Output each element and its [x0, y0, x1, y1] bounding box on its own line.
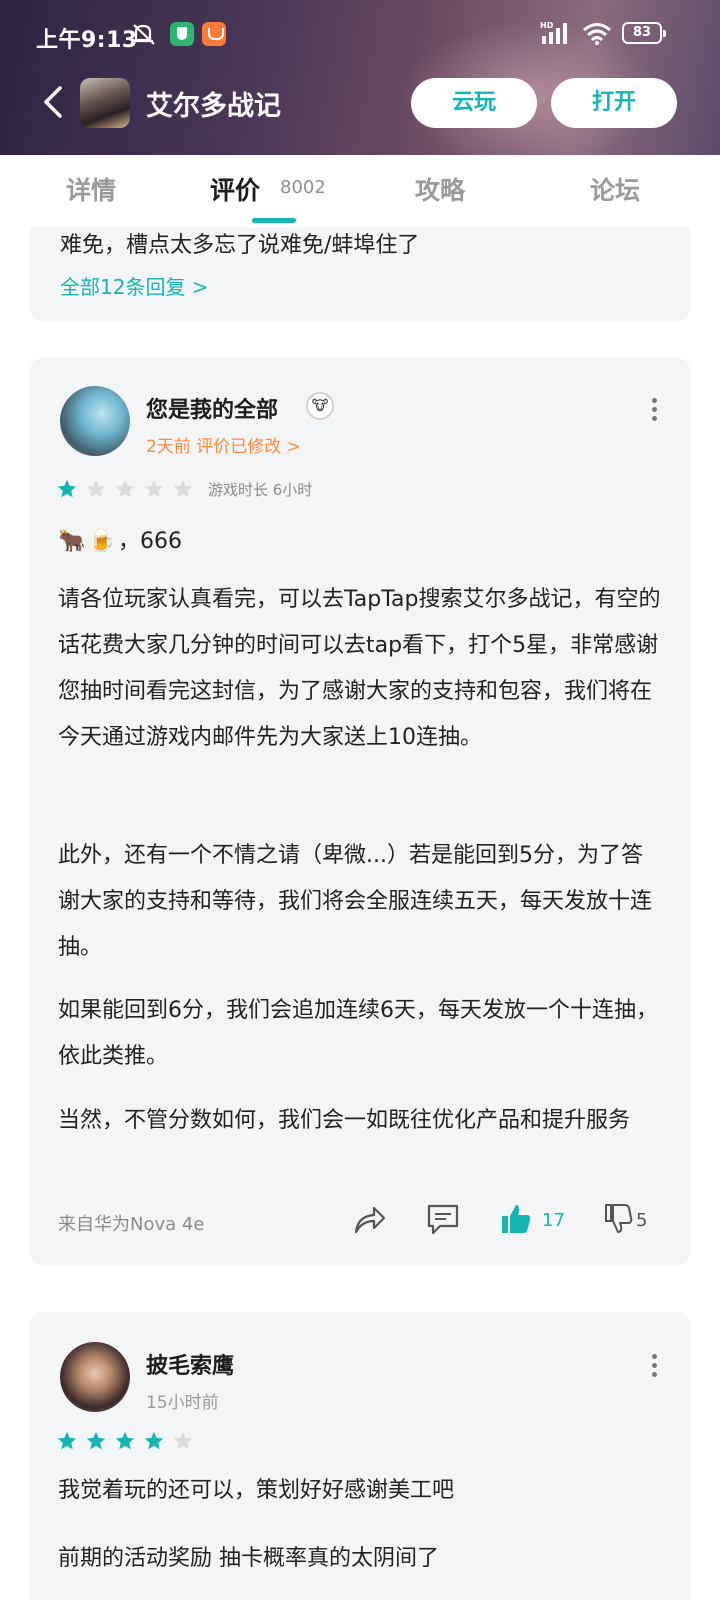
- tab-details[interactable]: 详情: [66, 171, 116, 207]
- star-empty-icon: [173, 479, 193, 498]
- star-empty-icon: [173, 1431, 193, 1450]
- review-paragraph: 请各位玩家认真看完，可以去TapTap搜索艾尔多战记，有空的话花费大家几分钟的时…: [58, 587, 661, 750]
- review-paragraph: 此外，还有一个不情之请（卑微...）若是能回到5分，为了答谢大家的支持和等待，我…: [58, 843, 653, 960]
- like-icon[interactable]: [500, 1202, 532, 1236]
- avatar[interactable]: [60, 386, 130, 456]
- star-empty-icon: [144, 479, 164, 498]
- user-badge-icon: 🐮: [306, 392, 334, 420]
- device-label: 来自华为Nova 4e: [58, 1214, 205, 1235]
- tab-indicator: [252, 218, 296, 223]
- review-card: 您是莪的全部 🐮 2天前 评价已修改 > 游戏时长 6小时 🐂 🍺 ，666 请各位…: [30, 358, 690, 1265]
- mute-icon: [133, 24, 155, 45]
- review-text: 难免，槽点太多忘了说难免/蚌埠住了: [60, 233, 420, 258]
- star-rating: [56, 478, 201, 502]
- like-count: 17: [542, 1210, 565, 1231]
- back-arrow-icon[interactable]: [36, 84, 72, 120]
- app-bar: 艾尔多战记 云玩 打开: [0, 70, 720, 150]
- cloud-play-button[interactable]: 云玩: [411, 78, 537, 128]
- review-meta: 15小时前: [146, 1393, 219, 1413]
- open-button[interactable]: 打开: [551, 78, 677, 128]
- svg-text:HD: HD: [540, 21, 554, 30]
- review-meta[interactable]: 2天前 评价已修改 >: [146, 432, 301, 457]
- status-time: 上午9:13: [36, 28, 138, 53]
- star-filled-icon: [57, 479, 77, 498]
- review-emoji-line: 🐂 🍺 ，666: [58, 523, 182, 555]
- dislike-count: 5: [636, 1210, 648, 1231]
- game-icon[interactable]: [80, 78, 130, 128]
- tab-bar: 详情 评价 8002 攻略 论坛: [0, 155, 720, 227]
- review-card: 难免，槽点太多忘了说难免/蚌埠住了 全部12条回复 >: [30, 227, 690, 321]
- tab-reviews[interactable]: 评价: [210, 171, 260, 207]
- review-paragraph: 我觉着玩的还可以，策划好好感谢美工吧: [58, 1478, 455, 1503]
- signal-icon: HD: [540, 21, 567, 44]
- star-filled-icon: [57, 1431, 77, 1450]
- dislike-icon[interactable]: [604, 1202, 634, 1236]
- beer-emoji-icon: 🍺: [88, 529, 116, 554]
- battery-icon: 83: [622, 22, 666, 44]
- wifi-icon: [583, 23, 611, 45]
- status-bar: 上午9:13 HD 83: [0, 0, 720, 70]
- star-rating: [56, 1430, 201, 1454]
- star-filled-icon: [86, 1431, 106, 1450]
- review-count: 8002: [280, 177, 326, 198]
- star-empty-icon: [115, 479, 135, 498]
- app-header: 上午9:13 HD 83 艾尔多战记 云玩 打开: [0, 0, 720, 155]
- all-replies-link[interactable]: 全部12条回复 >: [60, 271, 209, 300]
- tab-guides[interactable]: 攻略: [415, 171, 465, 207]
- username[interactable]: 披毛索鹰: [146, 1348, 234, 1380]
- tab-forum[interactable]: 论坛: [590, 171, 640, 207]
- star-filled-icon: [144, 1431, 164, 1450]
- playtime: 游戏时长 6小时: [208, 481, 313, 499]
- store-app-icon: [202, 22, 226, 46]
- security-app-icon: [170, 22, 194, 46]
- username[interactable]: 您是莪的全部: [146, 392, 278, 424]
- more-options-icon[interactable]: [652, 1354, 658, 1378]
- star-filled-icon: [115, 1431, 135, 1450]
- page-title: 艾尔多战记: [146, 91, 281, 122]
- bull-emoji-icon: 🐂: [58, 529, 86, 554]
- avatar[interactable]: [60, 1342, 130, 1412]
- review-paragraph: 当然，不管分数如何，我们会一如既往优化产品和提升服务: [58, 1108, 631, 1133]
- review-list[interactable]: 难免，槽点太多忘了说难免/蚌埠住了 全部12条回复 > 您是莪的全部 🐮 2天前…: [0, 227, 720, 1600]
- review-text: ，666: [118, 529, 182, 554]
- review-paragraph: 前期的活动奖励 抽卡概率真的太阴间了: [58, 1546, 439, 1571]
- review-card: 披毛索鹰 15小时前 我觉着玩的还可以，策划好好感谢美工吧 前期的活动奖励 抽卡…: [30, 1312, 690, 1600]
- review-paragraph: 如果能回到6分，我们会追加连续6天，每天发放一个十连抽，依此类推。: [58, 998, 658, 1069]
- star-empty-icon: [86, 479, 106, 498]
- share-icon[interactable]: [352, 1202, 386, 1236]
- more-options-icon[interactable]: [652, 398, 658, 422]
- comment-icon[interactable]: [426, 1202, 460, 1236]
